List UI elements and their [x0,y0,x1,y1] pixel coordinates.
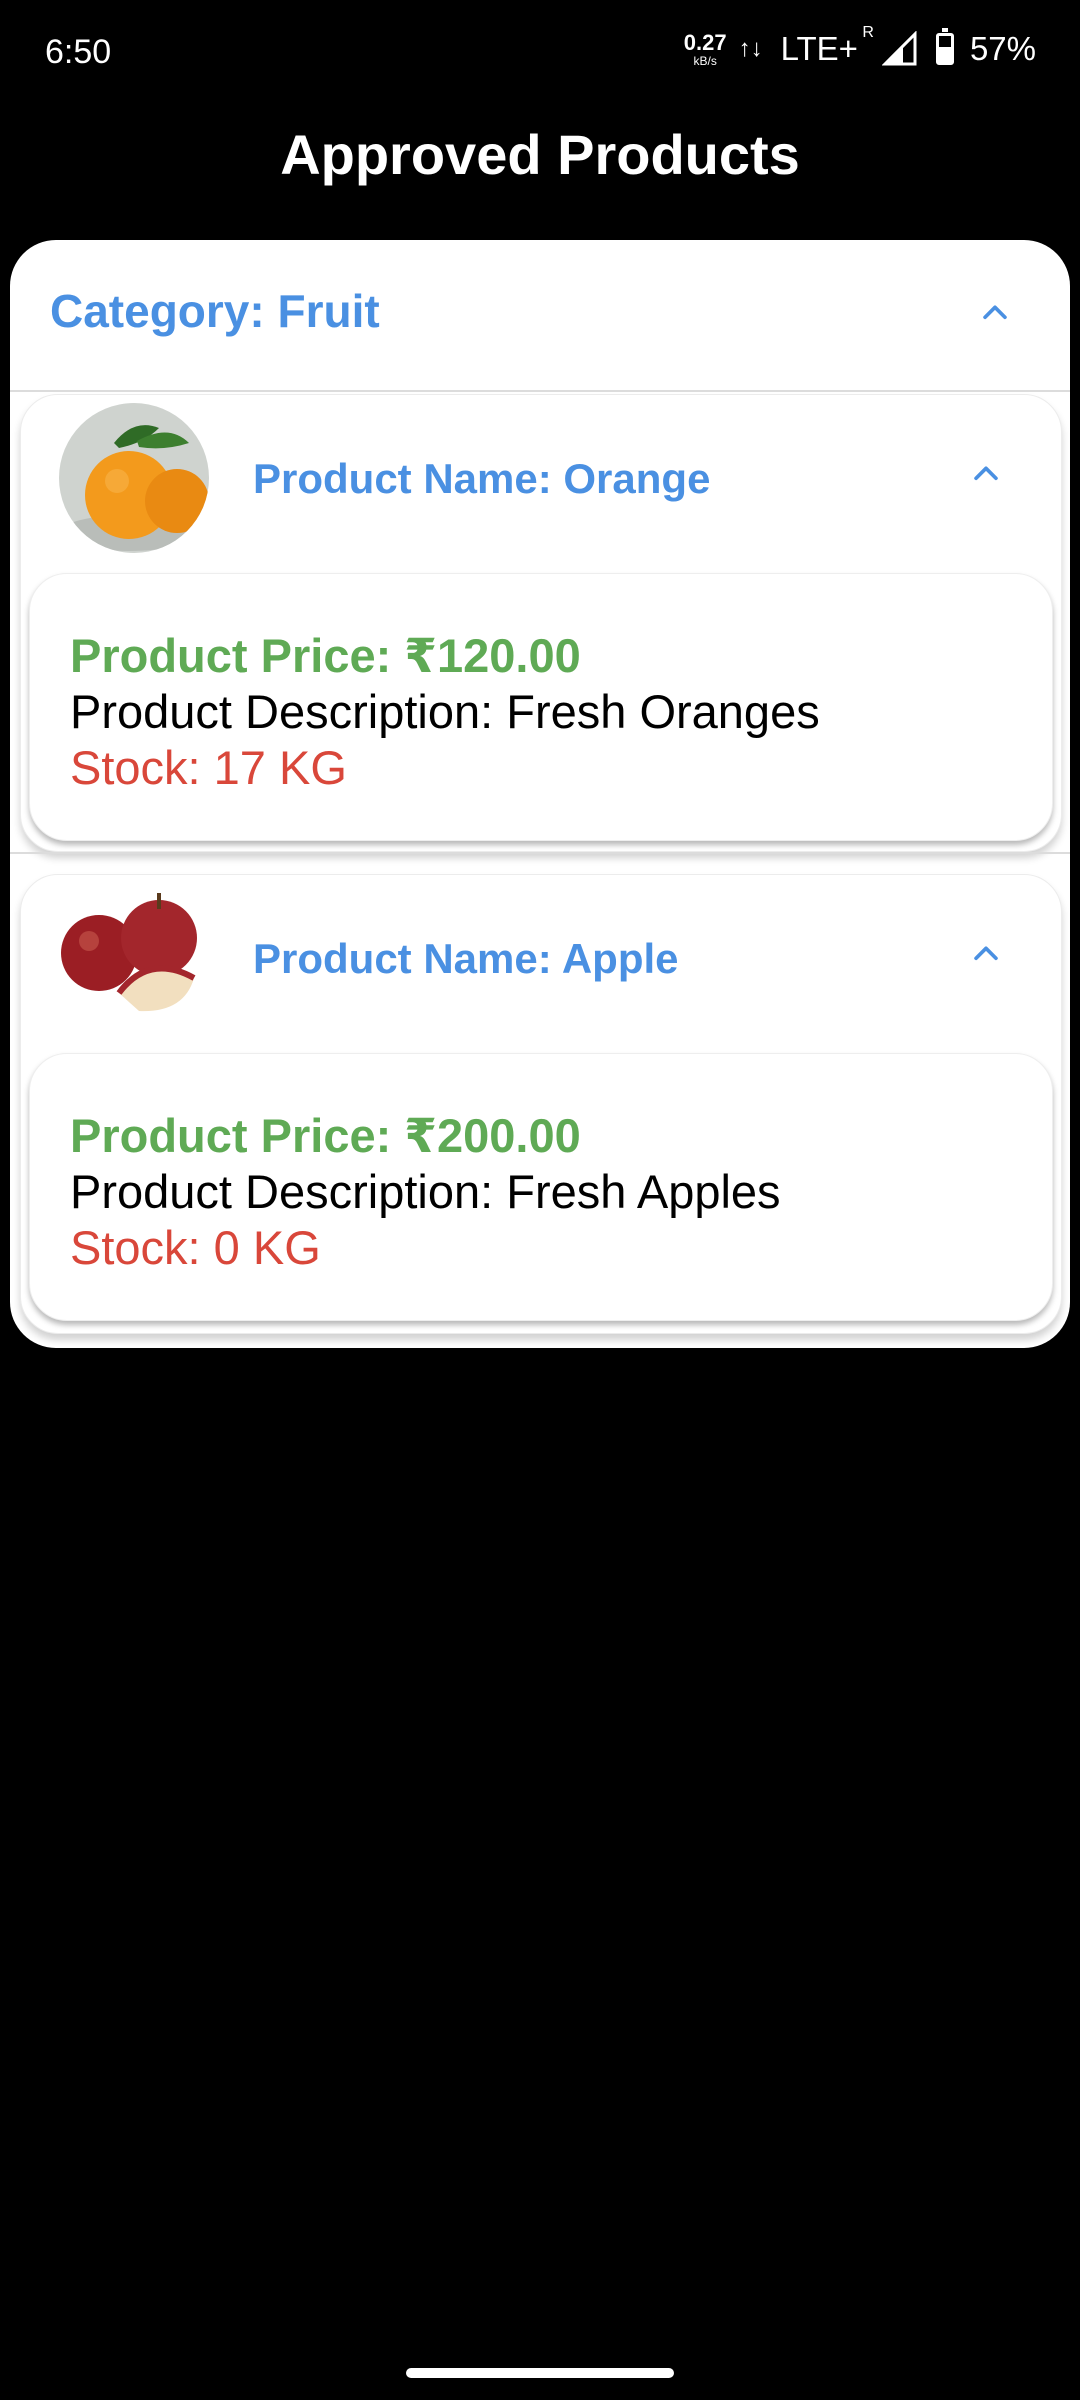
product-description: Product Description: Fresh Oranges [70,685,820,738]
product-name: Product Name: Apple [253,935,679,982]
product-stock: Stock: 17 KG [70,741,347,794]
data-transfer-icon: ↑↓ [738,35,763,62]
battery-icon [935,28,954,65]
page-title: Approved Products [280,123,800,186]
network-type-label: LTE+ [780,30,858,67]
divider [10,852,1070,854]
network-type: LTE+ R [780,24,874,68]
product-name: Product Name: Orange [253,455,711,502]
chevron-up-icon[interactable] [969,937,1003,971]
signal-icon [881,31,917,66]
product-details-card: Product Price: ₹120.00 Product Descripti… [29,573,1053,841]
category-title: Category: Fruit [50,285,380,337]
product-stock: Stock: 0 KG [70,1221,321,1274]
product-details-card: Product Price: ₹200.00 Product Descripti… [29,1053,1053,1321]
status-icons: 0.27 kB/s ↑↓ LTE+ R 57% [683,24,1036,68]
battery-fill [938,47,951,62]
network-speed: 0.27 kB/s [683,29,727,68]
network-speed-unit: kB/s [693,53,717,68]
apple-image [59,883,209,1033]
status-bar: 6:50 0.27 kB/s ↑↓ LTE+ R 57% [0,0,1080,110]
product-description: Product Description: Fresh Apples [70,1165,781,1218]
network-speed-value: 0.27 [683,29,727,55]
status-time: 6:50 [45,33,112,71]
roaming-indicator: R [862,24,874,41]
category-card: Category: Fruit Product Name: Orange Pro… [10,240,1070,1348]
battery-percent: 57% [969,30,1036,67]
chevron-up-icon[interactable] [978,296,1012,330]
product-price: Product Price: ₹200.00 [70,1109,581,1162]
product-panel-orange: Product Name: Orange Product Price: ₹120… [20,394,1062,852]
product-panel-apple: Product Name: Apple Product Price: ₹200.… [20,874,1062,1334]
orange-image [59,403,209,553]
divider [10,390,1070,392]
product-price: Product Price: ₹120.00 [70,629,581,682]
home-indicator[interactable] [406,2368,674,2378]
category-header[interactable]: Category: Fruit [10,240,1070,390]
chevron-up-icon[interactable] [969,457,1003,491]
